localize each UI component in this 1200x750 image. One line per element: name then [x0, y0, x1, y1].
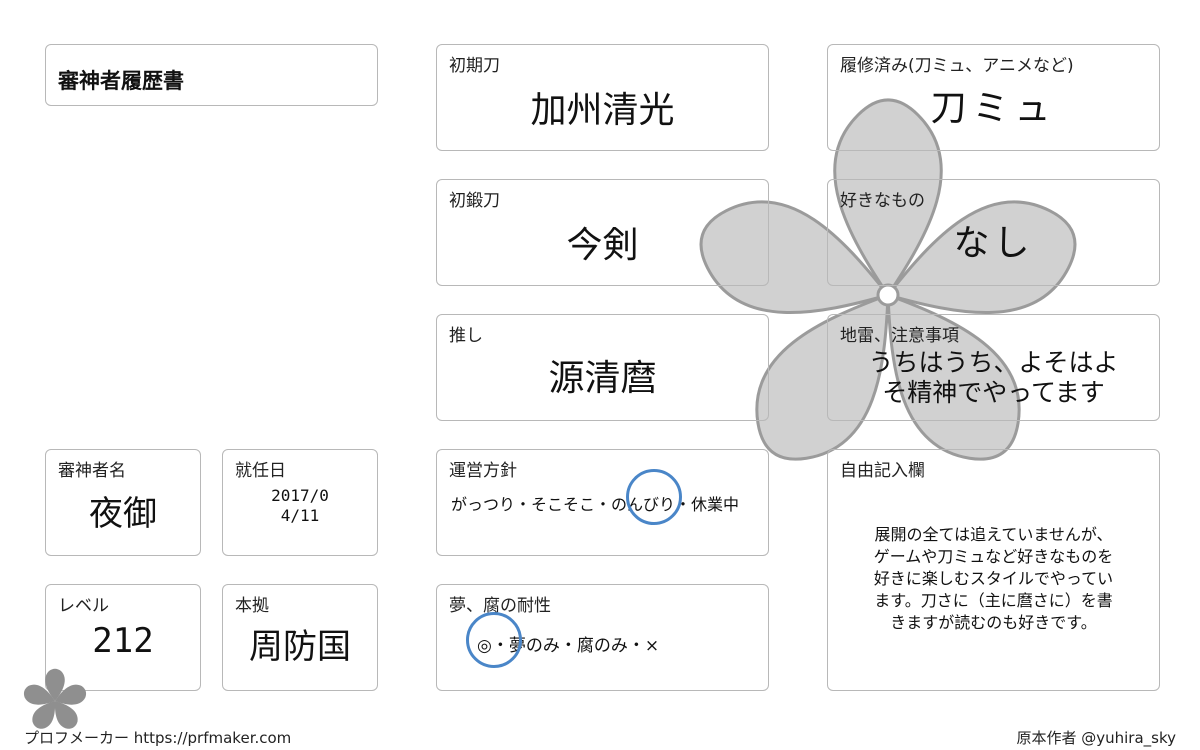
shoki-to-value: 加州清光 [530, 90, 675, 131]
jirai-value-line2: そ精神でやってます [882, 378, 1105, 407]
policy-label: 運営方針 [449, 461, 517, 481]
rishu-value: 刀ミュ [930, 88, 1057, 129]
shoki-to-label: 初期刀 [449, 56, 500, 76]
free-box: 自由記入欄 展開の全ては追えていませんが、 ゲームや刀ミュなど好きなものを 好き… [827, 449, 1160, 691]
footer-right-credit[interactable]: 原本作者 @yuhira_sky [1016, 727, 1176, 748]
start-date-value-line2: 4/11 [280, 506, 320, 525]
tolerance-selected-circle [466, 612, 522, 668]
footer-left-credit[interactable]: プロフメーカー https://prfmaker.com [24, 727, 291, 748]
suki-box: 好きなもの なし [827, 179, 1160, 286]
base-value: 周防国 [249, 627, 351, 667]
name-value: 夜御 [89, 494, 157, 534]
level-value: 212 [92, 621, 154, 661]
base-box: 本拠 周防国 [222, 584, 378, 691]
start-date-label: 就任日 [235, 461, 286, 481]
rishu-label: 履修済み(刀ミュ、アニメなど) [840, 56, 1074, 76]
level-label: レベル [58, 596, 109, 616]
free-label: 自由記入欄 [840, 461, 925, 481]
start-date-value-line1: 2017/0 [271, 486, 329, 505]
free-text-line: 展開の全ては追えていませんが、 [874, 525, 1113, 544]
jirai-box: 地雷、注意事項 うちはうち、よそはよ そ精神でやってます [827, 314, 1160, 421]
free-text-line: ます。刀さに（主に麿さに）を書 [874, 591, 1113, 610]
suki-label: 好きなもの [840, 191, 925, 211]
suki-value: なし [953, 223, 1034, 264]
policy-options: がっつり・そこそこ・のんびり・休業中 [450, 495, 739, 514]
free-text-line: きますが読むのも好きです。 [890, 613, 1097, 632]
shotan-to-value: 今剣 [566, 225, 639, 266]
start-date-box: 就任日 2017/0 4/11 [222, 449, 378, 556]
shotan-to-label: 初鍛刀 [449, 191, 500, 211]
title-box: 審神者履歴書 [45, 44, 378, 106]
rishu-box: 履修済み(刀ミュ、アニメなど) 刀ミュ [827, 44, 1160, 151]
sakura-logo-icon [23, 668, 87, 729]
shoki-to-box: 初期刀 加州清光 [436, 44, 769, 151]
oshi-label: 推し [449, 326, 483, 346]
policy-selected-circle [626, 469, 682, 525]
free-text-line: ゲームや刀ミュなど好きなものを [873, 547, 1114, 566]
oshi-box: 推し 源清麿 [436, 314, 769, 421]
name-box: 審神者名 夜御 [45, 449, 201, 556]
oshi-value: 源清麿 [548, 358, 657, 399]
free-text-line: 好きに楽しむスタイルでやってい [873, 569, 1114, 588]
name-label: 審神者名 [58, 461, 126, 481]
base-label: 本拠 [235, 596, 269, 616]
sheet-title: 審神者履歴書 [58, 69, 184, 93]
shotan-to-box: 初鍛刀 今剣 [436, 179, 769, 286]
